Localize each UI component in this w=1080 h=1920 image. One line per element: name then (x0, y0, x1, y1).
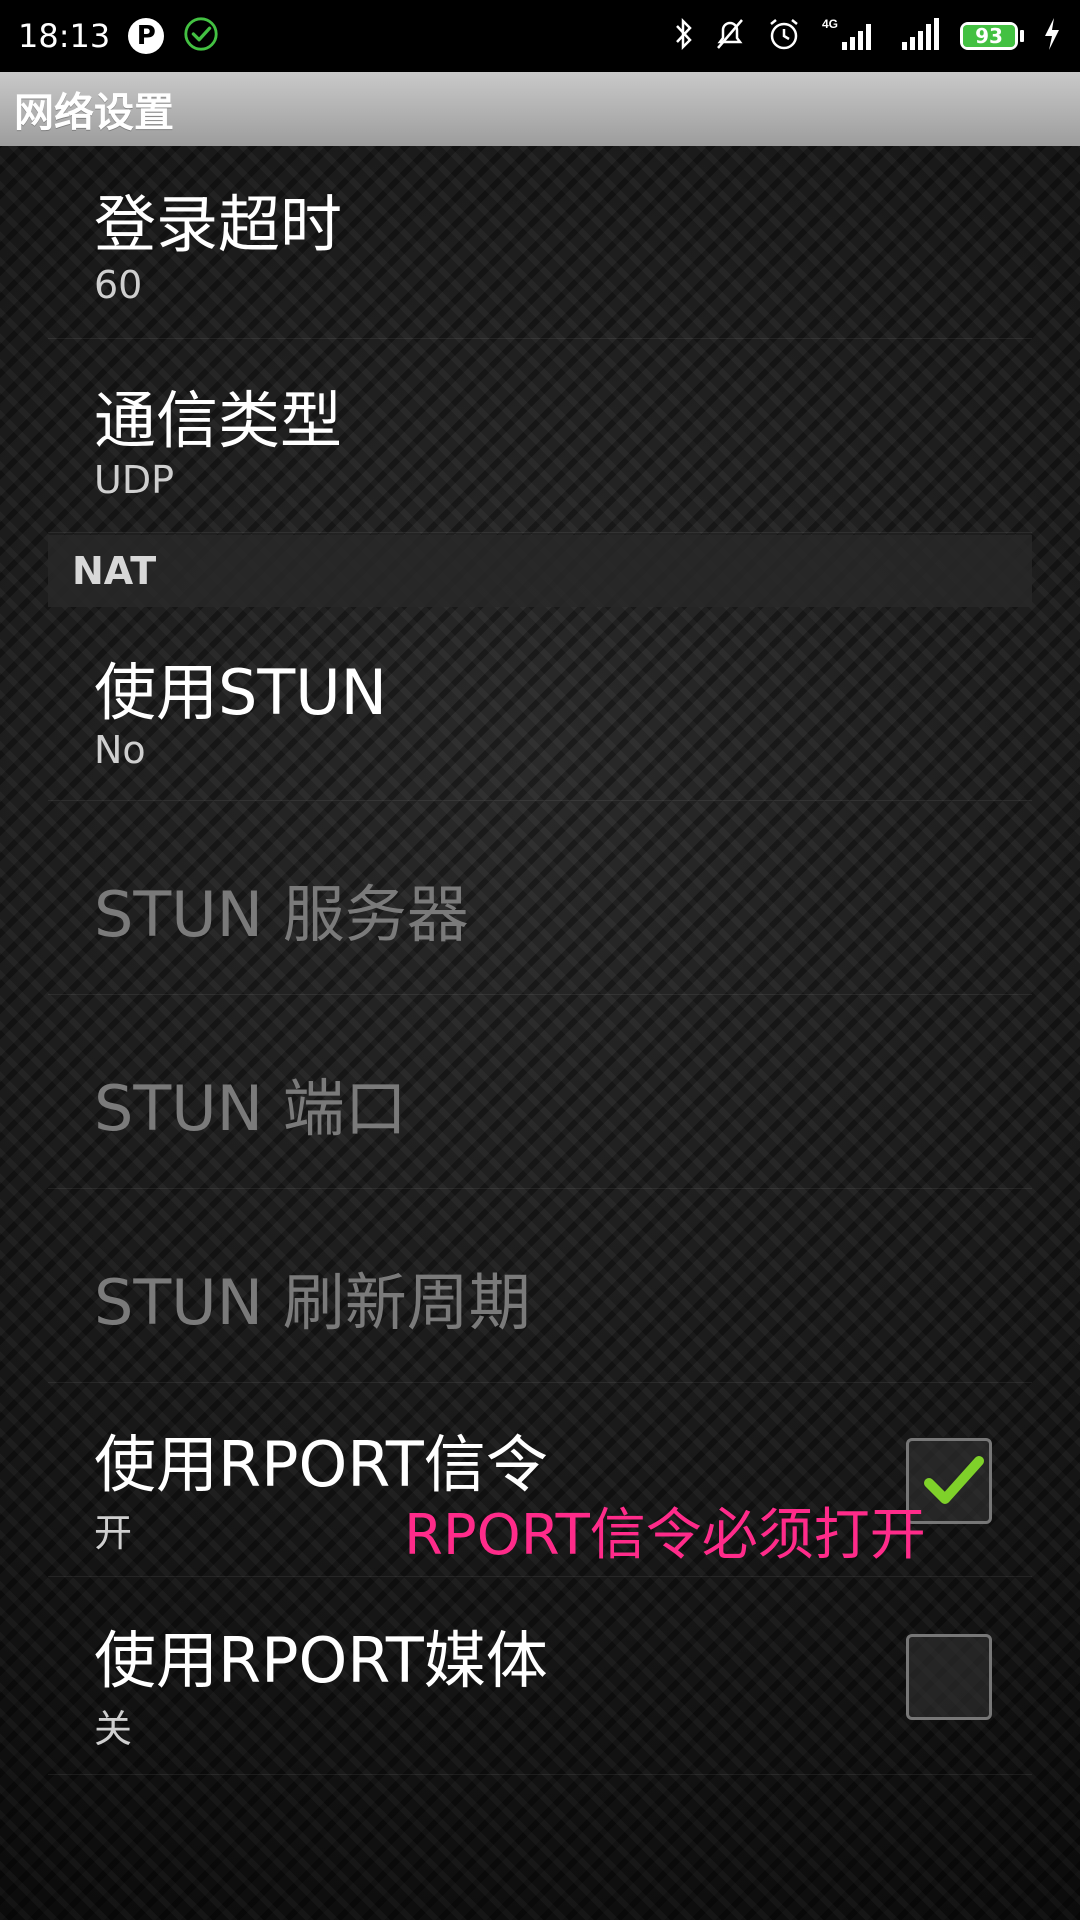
parking-app-icon: P (128, 18, 165, 54)
annotation-text: RPORT信令必须打开 (404, 1503, 926, 1568)
checkmark-icon (924, 1456, 984, 1504)
pref-rport-media-label: 使用RPORT媒体 (94, 1624, 548, 1697)
mute-bell-icon (712, 16, 748, 56)
pref-login-timeout[interactable]: 登录超时 60 (48, 148, 1032, 339)
clock: 18:13 (18, 17, 111, 55)
pref-use-stun-label: 使用STUN (94, 656, 387, 729)
status-left: 18:13 P (18, 15, 220, 57)
pref-rport-media-value: 关 (94, 1707, 133, 1751)
svg-text:4G: 4G (822, 17, 838, 31)
pref-stun-port-label: STUN 端口 (94, 1072, 407, 1145)
rport-media-checkbox[interactable] (906, 1634, 992, 1720)
pref-transport-type[interactable]: 通信类型 UDP (48, 340, 1032, 533)
title-bar: 网络设置 (0, 72, 1080, 146)
pref-stun-refresh-label: STUN 刷新周期 (94, 1266, 531, 1339)
pref-stun-refresh: STUN 刷新周期 (48, 1190, 1032, 1383)
alarm-icon (766, 16, 802, 56)
status-right: 4G 93 (674, 16, 1062, 56)
pref-stun-port: STUN 端口 (48, 996, 1032, 1189)
pref-rport-media[interactable]: 使用RPORT媒体 关 (48, 1578, 1032, 1775)
pref-transport-type-value: UDP (94, 458, 174, 502)
check-circle-icon (182, 15, 220, 57)
pref-rport-signal-value: 开 (94, 1511, 133, 1555)
pref-login-timeout-label: 登录超时 (94, 188, 343, 261)
pref-transport-type-label: 通信类型 (94, 384, 343, 457)
pref-use-stun-value: No (94, 728, 146, 772)
pref-stun-server-label: STUN 服务器 (94, 878, 469, 951)
status-bar: 18:13 P 4G 93 (0, 0, 1080, 72)
pref-use-stun[interactable]: 使用STUN No (48, 610, 1032, 801)
signal-icon (898, 16, 942, 56)
charging-icon (1042, 16, 1062, 56)
pref-login-timeout-value: 60 (94, 263, 143, 307)
battery-icon: 93 (960, 22, 1024, 50)
signal-4g-icon: 4G (820, 16, 880, 56)
section-header-nat-label: NAT (72, 549, 157, 593)
section-header-nat: NAT (48, 535, 1032, 607)
battery-level: 93 (963, 24, 1015, 48)
page-title: 网络设置 (14, 90, 174, 136)
pref-stun-server: STUN 服务器 (48, 802, 1032, 995)
bluetooth-icon (674, 16, 694, 56)
